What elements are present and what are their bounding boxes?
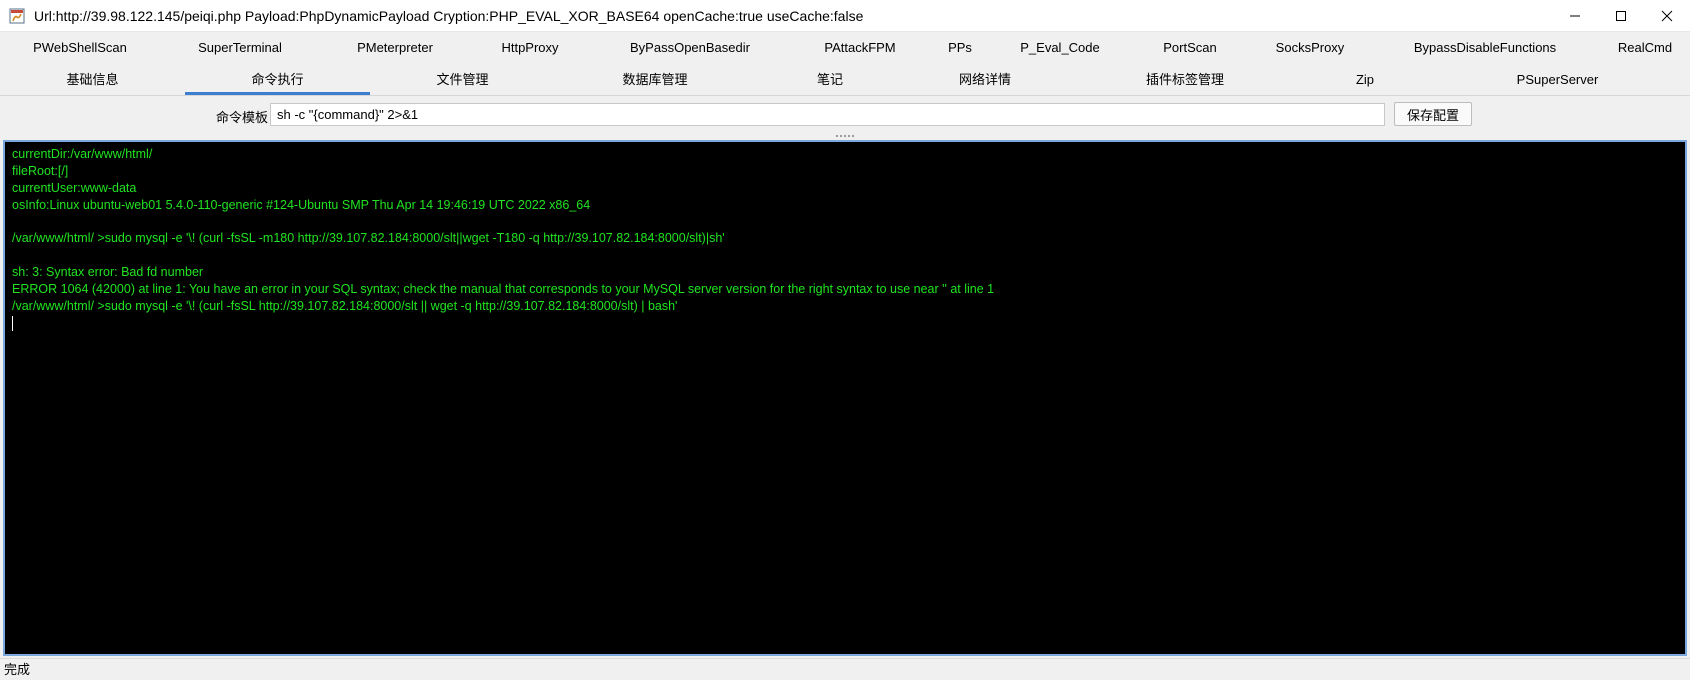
tab-portscan[interactable]: PortScan bbox=[1130, 32, 1250, 64]
close-icon bbox=[1661, 10, 1673, 22]
command-template-bar: 命令模板 保存配置 bbox=[0, 97, 1690, 132]
split-handle[interactable] bbox=[0, 132, 1690, 140]
terminal-line: currentDir:/var/www/html/ bbox=[12, 146, 1678, 163]
text-cursor bbox=[12, 316, 13, 331]
terminal-line: /var/www/html/ >sudo mysql -e '\! (curl … bbox=[12, 298, 1678, 315]
plugin-tab-bar: PWebShellScan SuperTerminal PMeterpreter… bbox=[0, 32, 1690, 64]
tab-zip[interactable]: Zip bbox=[1305, 64, 1425, 96]
app-icon bbox=[8, 7, 26, 25]
minimize-icon bbox=[1569, 10, 1581, 22]
terminal-output[interactable]: currentDir:/var/www/html/ fileRoot:[/] c… bbox=[3, 140, 1687, 656]
tab-pwebshellscan[interactable]: PWebShellScan bbox=[0, 32, 160, 64]
tab-notes[interactable]: 笔记 bbox=[755, 64, 905, 96]
window-title: Url:http://39.98.122.145/peiqi.php Paylo… bbox=[34, 8, 863, 24]
minimize-button[interactable] bbox=[1552, 0, 1598, 32]
terminal-line bbox=[12, 247, 1678, 264]
terminal-line: ERROR 1064 (42000) at line 1: You have a… bbox=[12, 281, 1678, 298]
tab-plugin-tag-manager[interactable]: 插件标签管理 bbox=[1065, 64, 1305, 96]
close-button[interactable] bbox=[1644, 0, 1690, 32]
tab-database-manager[interactable]: 数据库管理 bbox=[555, 64, 755, 96]
terminal-line: fileRoot:[/] bbox=[12, 163, 1678, 180]
terminal-line: currentUser:www-data bbox=[12, 180, 1678, 197]
tab-bypassdisablefunctions[interactable]: BypassDisableFunctions bbox=[1370, 32, 1600, 64]
split-handle-grip-icon bbox=[836, 135, 854, 137]
tab-basic-info[interactable]: 基础信息 bbox=[0, 64, 185, 96]
tab-superterminal[interactable]: SuperTerminal bbox=[160, 32, 320, 64]
tab-pps[interactable]: PPs bbox=[930, 32, 990, 64]
window-controls bbox=[1552, 0, 1690, 32]
terminal-line bbox=[12, 214, 1678, 231]
maximize-icon bbox=[1615, 10, 1627, 22]
title-bar: Url:http://39.98.122.145/peiqi.php Paylo… bbox=[0, 0, 1690, 32]
tab-realcmd[interactable]: RealCmd bbox=[1600, 32, 1690, 64]
tab-network-details[interactable]: 网络详情 bbox=[905, 64, 1065, 96]
tab-pattackfpm[interactable]: PAttackFPM bbox=[790, 32, 930, 64]
terminal-cursor-line bbox=[12, 315, 1678, 332]
tab-psuperserver[interactable]: PSuperServer bbox=[1425, 64, 1690, 96]
tab-command-exec[interactable]: 命令执行 bbox=[185, 64, 370, 96]
tab-httpproxy[interactable]: HttpProxy bbox=[470, 32, 590, 64]
tab-pmeterpreter[interactable]: PMeterpreter bbox=[320, 32, 470, 64]
tab-socksproxy[interactable]: SocksProxy bbox=[1250, 32, 1370, 64]
save-config-button[interactable]: 保存配置 bbox=[1394, 102, 1472, 126]
terminal-line: sh: 3: Syntax error: Bad fd number bbox=[12, 264, 1678, 281]
terminal-line: /var/www/html/ >sudo mysql -e '\! (curl … bbox=[12, 230, 1678, 247]
tab-file-manager[interactable]: 文件管理 bbox=[370, 64, 555, 96]
command-template-label: 命令模板 bbox=[216, 107, 268, 126]
tab-bypassopenbasedir[interactable]: ByPassOpenBasedir bbox=[590, 32, 790, 64]
terminal-line: osInfo:Linux ubuntu-web01 5.4.0-110-gene… bbox=[12, 197, 1678, 214]
command-template-input[interactable] bbox=[270, 103, 1385, 126]
status-bar: 完成 bbox=[0, 658, 1690, 680]
maximize-button[interactable] bbox=[1598, 0, 1644, 32]
tab-p-eval-code[interactable]: P_Eval_Code bbox=[990, 32, 1130, 64]
status-text: 完成 bbox=[4, 662, 30, 677]
main-tab-bar: 基础信息 命令执行 文件管理 数据库管理 笔记 网络详情 插件标签管理 Zip … bbox=[0, 64, 1690, 96]
